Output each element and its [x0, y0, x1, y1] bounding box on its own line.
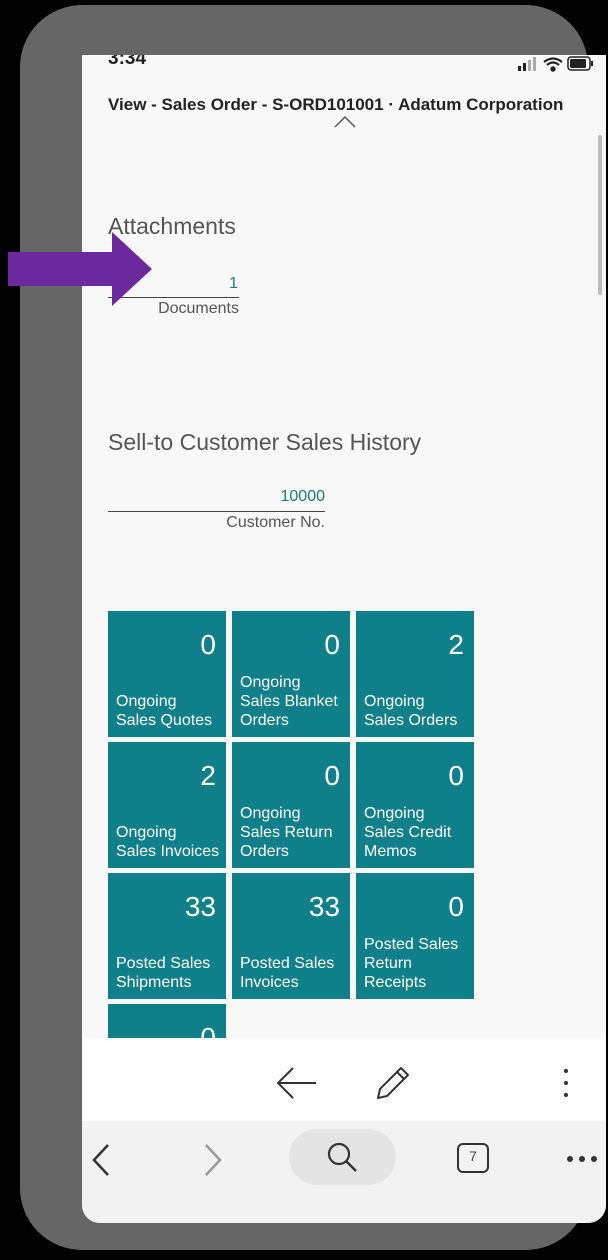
tile-count: 33 — [308, 891, 340, 922]
tile-ongoing-sales-quotes[interactable]: 0 Ongoing Sales Quotes — [108, 611, 226, 737]
phone-frame: 3:34 View - Sales Order - S-ORD101001 · … — [20, 5, 606, 1250]
customer-no-link[interactable]: 10000 — [212, 488, 326, 506]
back-arrow-icon[interactable] — [274, 1064, 320, 1102]
page-title: View - Sales Order - S-ORD101001 · Adatu… — [108, 95, 564, 114]
tab-count: 7 — [469, 1148, 477, 1164]
tile-count: 0 — [324, 760, 340, 791]
chevron-up-icon[interactable] — [333, 115, 357, 129]
annotation-arrow-icon — [8, 232, 152, 306]
more-vertical-icon[interactable] — [560, 1066, 572, 1100]
edit-pencil-icon[interactable] — [372, 1062, 412, 1104]
customer-no-label: Customer No. — [226, 514, 325, 531]
tile-label: Ongoing Sales Orders — [364, 693, 458, 729]
tile-ongoing-sales-credit-memos[interactable]: 0 Ongoing Sales Credit Memos — [356, 742, 474, 868]
tile-ongoing-sales-blanket-orders[interactable]: 0 Ongoing Sales Blanket Orders — [232, 611, 350, 737]
tile-count: 0 — [200, 629, 216, 660]
sales-history-title: Sell-to Customer Sales History — [108, 429, 422, 455]
tile-posted-sales-return-receipts[interactable]: 0 Posted Sales Return Receipts — [356, 873, 474, 999]
chevron-right-icon[interactable] — [202, 1142, 224, 1178]
tile-ongoing-sales-return-orders[interactable]: 0 Ongoing Sales Return Orders — [232, 742, 350, 868]
chevron-left-icon[interactable] — [90, 1142, 112, 1178]
tile-count: 2 — [448, 629, 464, 660]
battery-icon — [567, 56, 593, 71]
tile-posted-sales-shipments[interactable]: 33 Posted Sales Shipments — [108, 873, 226, 999]
tile-count: 33 — [184, 891, 216, 922]
tile-count: 0 — [324, 629, 340, 660]
tile-count: 0 — [448, 760, 464, 791]
search-icon[interactable] — [325, 1140, 359, 1174]
tile-label: Ongoing Sales Credit Memos — [364, 805, 452, 860]
scrollbar[interactable] — [598, 135, 602, 295]
tile-count: 0 — [448, 891, 464, 922]
tile-label: Ongoing Sales Quotes — [116, 693, 213, 729]
tile-posted-sales-invoices[interactable]: 33 Posted Sales Invoices — [232, 873, 350, 999]
tile-ongoing-sales-invoices[interactable]: 2 Ongoing Sales Invoices — [108, 742, 226, 868]
tile-label: Posted Sales Return Receipts — [364, 936, 459, 991]
tile-count: 2 — [200, 760, 216, 791]
signal-icon — [518, 57, 536, 71]
tile-label: Posted Sales Shipments — [116, 955, 211, 991]
tile-label: Ongoing Sales Return Orders — [240, 805, 333, 860]
action-bar — [82, 1038, 606, 1121]
status-time: 3:34 — [108, 55, 147, 69]
status-bar: 3:34 — [82, 55, 606, 77]
screen: 3:34 View - Sales Order - S-ORD101001 · … — [82, 55, 606, 1223]
customer-no-underline — [108, 511, 325, 512]
documents-count-link[interactable]: 1 — [182, 275, 238, 293]
tile-label: Ongoing Sales Invoices — [116, 824, 220, 860]
more-horizontal-icon[interactable] — [566, 1155, 606, 1163]
tile-label: Ongoing Sales Blanket Orders — [240, 674, 338, 729]
wifi-icon — [543, 57, 563, 72]
status-icons — [518, 56, 593, 72]
tile-label: Posted Sales Invoices — [240, 955, 335, 991]
tile-ongoing-sales-orders[interactable]: 2 Ongoing Sales Orders — [356, 611, 474, 737]
